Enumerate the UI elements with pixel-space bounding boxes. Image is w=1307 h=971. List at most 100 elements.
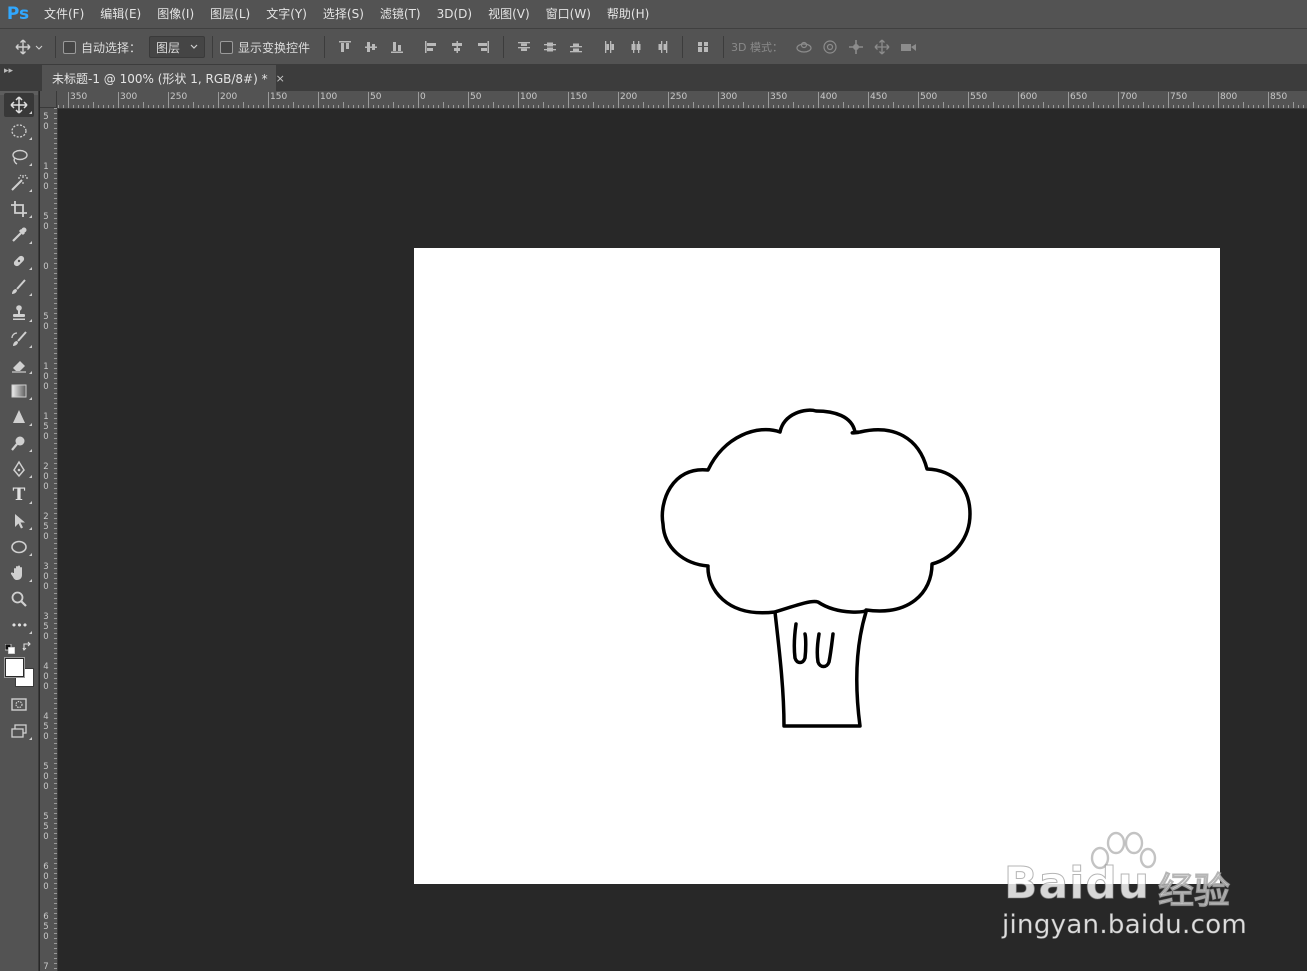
healing-brush-icon[interactable] [4,249,34,273]
menu-edit[interactable]: 编辑(E) [92,0,149,28]
hand-icon[interactable] [4,561,34,585]
3d-roll-icon[interactable] [817,35,843,59]
auto-select-target-dropdown[interactable]: 图层 [149,36,206,58]
align-horizontal-centers-icon[interactable] [444,35,470,59]
distribute-bottom-edges-icon[interactable] [563,35,589,59]
ruler-tick [54,628,57,629]
menu-bar: Ps 文件(F) 编辑(E) 图像(I) 图层(L) 文字(Y) 选择(S) 滤… [0,0,1307,28]
ruler-tick [1268,92,1269,108]
crop-icon[interactable] [4,197,34,221]
ruler-tick [338,105,339,108]
ruler-tick [983,105,984,108]
ruler-label: 50 [43,112,49,132]
ruler-tick [54,173,57,174]
close-icon[interactable]: × [276,72,285,85]
show-transform-controls-checkbox[interactable] [220,40,234,54]
clone-stamp-icon[interactable] [4,301,34,325]
more-tools-icon[interactable]: ••• [4,613,34,637]
ruler-label: 250 [170,92,188,102]
menu-help[interactable]: 帮助(H) [599,0,657,28]
menu-window[interactable]: 窗口(W) [538,0,599,28]
ruler-tick [153,105,154,108]
menu-view[interactable]: 视图(V) [480,0,538,28]
ruler-tick [428,105,429,108]
swap-colors-icon[interactable] [22,641,33,655]
ruler-tick [54,898,57,899]
ruler-tick [1183,105,1184,108]
distribute-right-edges-icon[interactable] [649,35,675,59]
eyedropper-icon[interactable] [4,223,34,247]
move-tool-icon[interactable] [4,93,34,117]
ruler-tick [993,102,994,108]
foreground-color-swatch[interactable] [5,658,24,677]
ruler-tick [54,438,57,439]
align-top-edges-icon[interactable] [332,35,358,59]
document-tab[interactable]: 未标题-1 @ 100% (形状 1, RGB/8#) * × [42,65,285,91]
menu-image[interactable]: 图像(I) [149,0,202,28]
ruler-origin[interactable] [40,91,57,108]
distribute-horizontal-centers-icon[interactable] [623,35,649,59]
collapse-panels-icon[interactable]: ▸▸ [4,66,13,76]
ruler-tick [54,953,57,954]
align-left-edges-icon[interactable] [418,35,444,59]
default-colors-icon[interactable] [4,643,15,657]
elliptical-marquee-icon[interactable] [4,119,34,143]
menu-type[interactable]: 文字(Y) [258,0,315,28]
menu-3d[interactable]: 3D(D) [429,0,480,28]
horizontal-ruler[interactable]: 350 300 250 200 150 100 50 0 50 100 150 200 250 300 35… [57,91,1307,109]
ruler-tick [54,418,57,419]
ruler-tick [54,643,57,644]
ruler-tick [1103,105,1104,108]
pen-icon[interactable] [4,457,34,481]
menu-layer[interactable]: 图层(L) [202,0,258,28]
zoom-icon[interactable] [4,587,34,611]
gradient-icon[interactable] [4,379,34,403]
vertical-ruler[interactable]: 5010050050100150200250300350400450500550… [40,108,58,971]
ruler-tick [723,105,724,108]
align-right-edges-icon[interactable] [470,35,496,59]
distribute-left-edges-icon[interactable] [597,35,623,59]
brush-icon[interactable] [4,275,34,299]
ruler-tick [54,463,57,464]
ruler-tick [54,108,57,109]
ruler-tick [518,92,519,108]
type-tool-glyph: T [12,485,26,505]
screen-mode-icon[interactable] [4,719,34,743]
broccoli-tree-shape[interactable] [414,248,1220,884]
auto-align-layers-icon[interactable] [690,35,716,59]
align-vertical-centers-icon[interactable] [358,35,384,59]
3d-slide-icon[interactable] [869,35,895,59]
distribute-vertical-centers-icon[interactable] [537,35,563,59]
ruler-tick [54,678,57,679]
ruler-tick [54,878,57,879]
ruler-tick [54,513,57,514]
ruler-tick [54,193,57,194]
ruler-tick [54,303,57,304]
history-brush-icon[interactable] [4,327,34,351]
ruler-label: 600 [43,862,49,892]
align-bottom-edges-icon[interactable] [384,35,410,59]
menu-file[interactable]: 文件(F) [36,0,92,28]
3d-pan-icon[interactable] [843,35,869,59]
menu-select[interactable]: 选择(S) [315,0,372,28]
document-canvas[interactable] [414,248,1220,884]
auto-select-checkbox[interactable] [63,40,76,54]
ruler-tick [948,105,949,108]
ruler-tick [54,563,57,564]
eraser-icon[interactable] [4,353,34,377]
blur-icon[interactable] [4,405,34,429]
ruler-tick [73,105,74,108]
move-tool-preset-icon[interactable] [12,39,48,55]
ellipse-tool-icon[interactable] [4,535,34,559]
path-selection-icon[interactable] [4,509,34,533]
quick-mask-icon[interactable] [4,693,34,717]
dodge-icon[interactable] [4,431,34,455]
3d-orbit-icon[interactable] [791,35,817,59]
lasso-icon[interactable] [4,145,34,169]
distribute-top-edges-icon[interactable] [511,35,537,59]
3d-scale-camera-icon[interactable] [895,35,921,59]
menu-filter[interactable]: 滤镜(T) [372,0,429,28]
magic-wand-icon[interactable] [4,171,34,195]
type-tool-icon[interactable]: T [4,483,34,507]
ruler-tick [868,92,869,108]
